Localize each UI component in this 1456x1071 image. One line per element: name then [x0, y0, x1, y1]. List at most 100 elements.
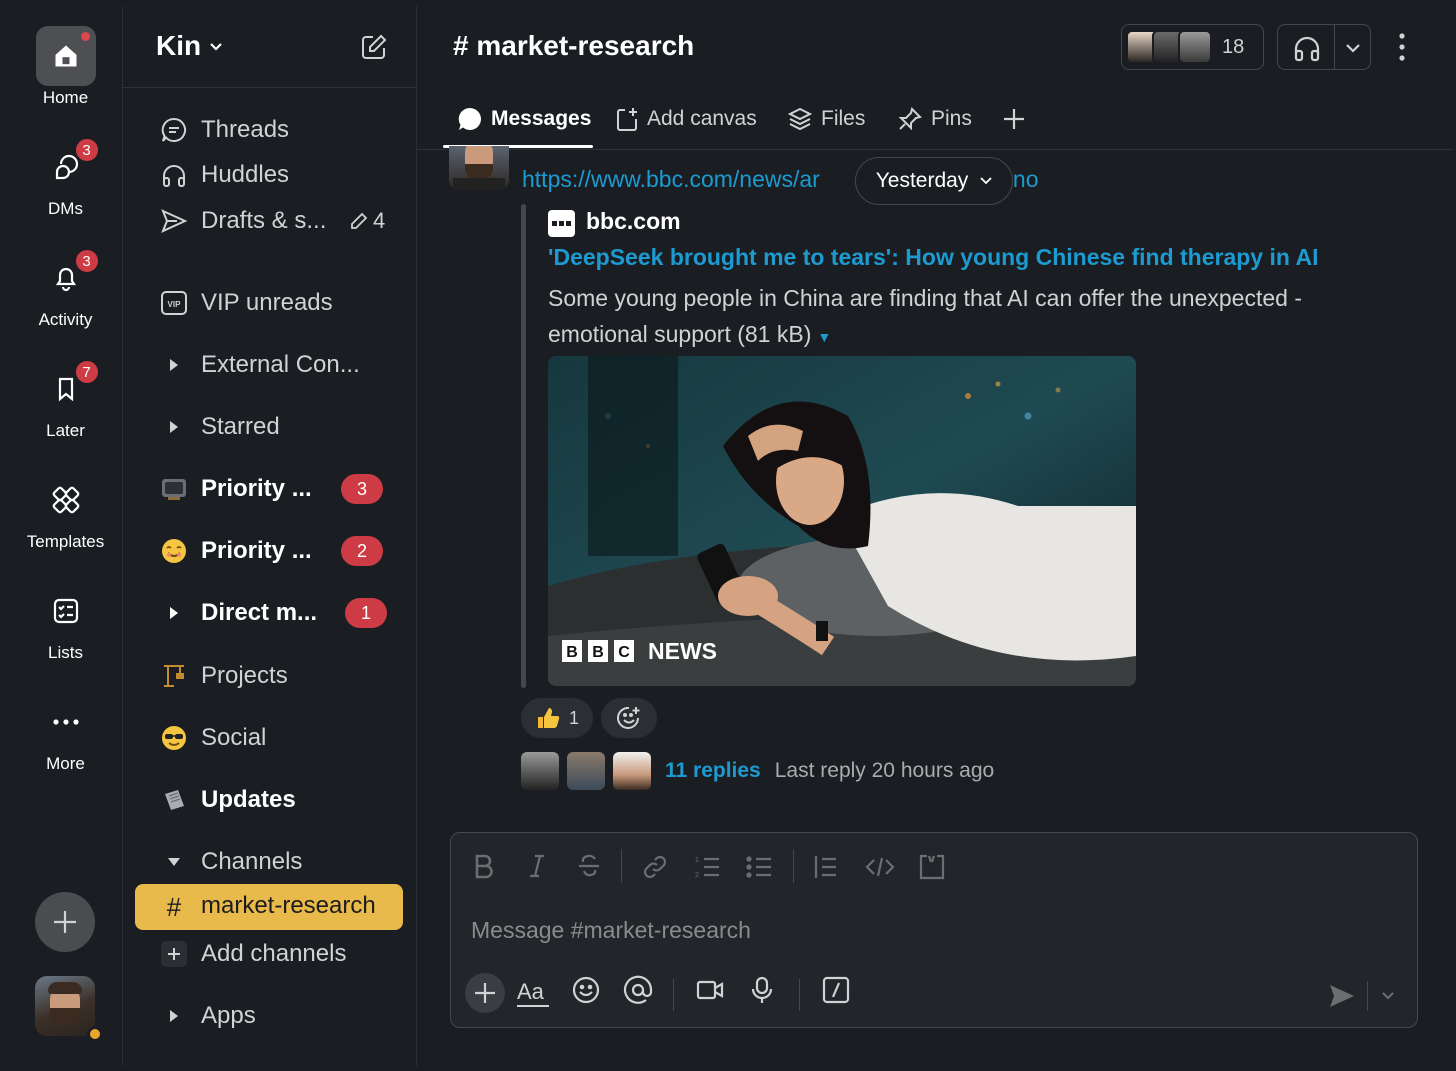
unfurl-border — [521, 204, 526, 688]
rail-dms-label: DMs — [48, 199, 83, 218]
tab-pins[interactable]: Pins — [897, 104, 972, 134]
divider — [1334, 25, 1335, 69]
channel-title[interactable]: # market-research — [453, 30, 694, 62]
sidebar-section-external[interactable]: External Con... — [123, 343, 417, 387]
tab-label: Files — [821, 107, 866, 130]
italic-icon[interactable] — [527, 853, 547, 879]
add-square-icon — [159, 940, 189, 968]
tab-label: Add canvas — [647, 107, 757, 130]
add-reaction-button[interactable] — [601, 698, 658, 738]
workspace-name[interactable]: Kin — [156, 30, 201, 62]
mention-icon[interactable] — [623, 975, 653, 1005]
tab-files[interactable]: Files — [787, 104, 865, 134]
bbc-news-logo: B B C — [562, 640, 634, 662]
reply-avatar — [521, 752, 559, 790]
rail-home-label: Home — [42, 88, 89, 107]
priority1-badge: 3 — [341, 474, 383, 504]
huddle-button[interactable] — [1277, 24, 1371, 70]
sidebar-item-label: Projects — [201, 662, 288, 689]
rail-activity[interactable]: 3 Activity — [8, 248, 123, 330]
kebab-menu-icon[interactable] — [1397, 32, 1407, 62]
sidebar-item-market-research[interactable]: # market-research — [135, 884, 403, 930]
collapse-caret-icon[interactable]: ▼ — [817, 329, 831, 345]
emoji-icon[interactable] — [571, 975, 601, 1005]
replies-link[interactable]: 11 replies — [665, 759, 761, 783]
home-icon — [35, 26, 96, 86]
attach-plus-button[interactable] — [465, 973, 505, 1013]
rail-later[interactable]: 7 Later — [8, 359, 123, 441]
members-button[interactable]: 18 — [1121, 24, 1264, 70]
tv-emoji-icon — [159, 476, 189, 502]
unfurl-title-link[interactable]: 'DeepSeek brought me to tears': How youn… — [548, 244, 1318, 271]
message-input[interactable]: Message #market-research — [471, 917, 751, 944]
tab-label: Pins — [931, 107, 972, 130]
chevron-down-icon[interactable] — [209, 42, 223, 52]
formatting-toggle-icon[interactable]: Aa — [517, 975, 551, 1009]
sidebar-section-social[interactable]: Social — [123, 716, 417, 760]
sidebar-item-huddles[interactable]: Huddles — [123, 153, 417, 197]
thumbs-up-icon — [538, 708, 560, 728]
more-icon — [36, 692, 96, 752]
sidebar-item-label: Starred — [201, 413, 280, 440]
sidebar-item-threads[interactable]: Threads — [123, 108, 417, 152]
tab-messages[interactable]: Messages — [457, 104, 591, 134]
plus-icon — [1004, 109, 1024, 129]
rail-lists[interactable]: Lists — [8, 581, 123, 663]
sidebar-section-apps[interactable]: Apps — [123, 994, 417, 1038]
code-icon[interactable] — [865, 853, 895, 881]
unfurl-site-name: bbc.com — [586, 208, 681, 234]
create-new-button[interactable] — [35, 892, 95, 952]
rail-templates[interactable]: Templates — [8, 470, 123, 552]
user-avatar[interactable] — [35, 976, 95, 1036]
link-start: https://www.bbc.com/news/ar — [522, 166, 820, 192]
sidebar-item-add-channels[interactable]: Add channels — [123, 932, 417, 976]
rail-more[interactable]: More — [8, 692, 123, 774]
thread-summary[interactable]: 11 replies Last reply 20 hours ago — [521, 752, 994, 790]
unfurl-preview-image[interactable]: B B C NEWS — [548, 356, 1136, 686]
send-icon[interactable] — [1327, 981, 1357, 1011]
bulleted-list-icon[interactable] — [745, 853, 773, 881]
rail-dms[interactable]: 3 DMs — [8, 137, 123, 219]
svg-text:1: 1 — [695, 857, 699, 864]
slash-command-icon[interactable] — [821, 975, 851, 1005]
compose-icon[interactable] — [359, 32, 389, 62]
bold-icon[interactable] — [473, 853, 495, 879]
app-rail: Home 3 DMs 3 Activity 7 Later Templates … — [8, 6, 123, 1066]
sidebar-item-label: Drafts & s... — [201, 207, 327, 234]
date-divider-button[interactable]: Yesterday — [855, 157, 1013, 205]
reply-avatar — [567, 752, 605, 790]
sidebar-item-vip[interactable]: VIP VIP unreads — [123, 281, 417, 325]
sidebar-item-drafts[interactable]: Drafts & s... 4 — [123, 199, 417, 243]
reply-avatar — [613, 752, 651, 790]
rail-home[interactable]: Home — [8, 26, 123, 108]
sidebar-section-channels[interactable]: Channels — [123, 840, 417, 884]
video-icon[interactable] — [695, 975, 725, 1005]
strikethrough-icon[interactable] — [577, 853, 601, 879]
bbc-favicon — [548, 210, 575, 237]
caret-right-icon — [159, 420, 189, 434]
drafts-count: 4 — [349, 208, 385, 234]
microphone-icon[interactable] — [749, 975, 775, 1005]
sidebar-section-updates[interactable]: Updates — [123, 778, 417, 822]
chevron-down-icon[interactable] — [1381, 991, 1395, 1001]
code-block-icon[interactable] — [917, 853, 947, 881]
priority2-badge: 2 — [341, 536, 383, 566]
tab-add-canvas[interactable]: Add canvas — [615, 104, 757, 134]
message-author-avatar[interactable] — [449, 146, 509, 190]
sidebar-item-label: market-research — [201, 892, 376, 919]
blockquote-icon[interactable] — [813, 853, 839, 881]
reaction-count: 1 — [569, 707, 580, 728]
sidebar-item-label: Direct m... — [201, 599, 318, 626]
link-icon[interactable] — [641, 853, 669, 881]
sidebar-section-priority-2[interactable]: Priority ... 2 — [123, 529, 417, 573]
sidebar-section-direct-messages[interactable]: Direct m... 1 — [123, 591, 417, 635]
thumbs-up-reaction[interactable]: 1 — [521, 698, 594, 738]
sidebar-section-projects[interactable]: Projects — [123, 654, 417, 698]
bbc-news-brand: NEWS — [648, 638, 717, 664]
chevron-down-icon[interactable] — [1345, 43, 1361, 53]
sidebar-section-priority-1[interactable]: Priority ... 3 — [123, 467, 417, 511]
add-tab-button[interactable] — [1003, 104, 1025, 134]
sidebar-item-label: Add channels — [201, 940, 347, 967]
ordered-list-icon[interactable]: 12 — [693, 853, 721, 881]
sidebar-section-starred[interactable]: Starred — [123, 405, 417, 449]
